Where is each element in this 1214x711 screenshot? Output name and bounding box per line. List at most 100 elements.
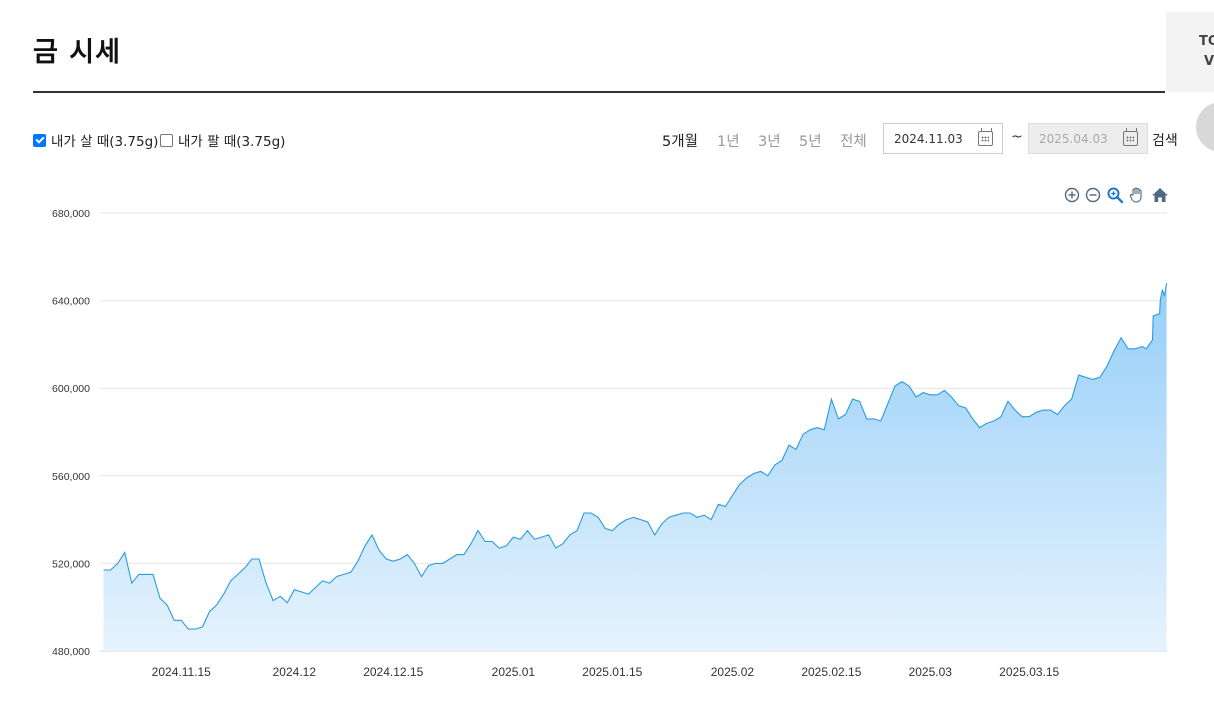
price-point (455, 553, 458, 556)
price-point (356, 560, 359, 563)
price-point (1084, 376, 1087, 379)
price-point (936, 393, 939, 396)
price-point (1127, 347, 1130, 350)
price-point (999, 415, 1002, 418)
price-point (929, 393, 932, 396)
period-all[interactable]: 전체 (840, 130, 867, 151)
price-point (272, 599, 275, 602)
price-point (908, 384, 911, 387)
top-button[interactable]: TO V (1166, 12, 1214, 92)
sell-checkbox-label: 내가 팔 때(3.75g) (178, 134, 286, 150)
date-range-separator: ~ (1011, 129, 1023, 145)
period-3-years[interactable]: 3년 (758, 130, 781, 151)
price-point (1134, 347, 1137, 350)
price-point (575, 529, 578, 532)
price-point (491, 540, 494, 543)
price-point (710, 518, 713, 521)
price-point (1014, 409, 1017, 412)
price-point (1028, 415, 1031, 418)
price-point (971, 417, 974, 420)
price-point (724, 505, 727, 508)
start-date-input[interactable]: 2024.11.03 (883, 123, 1003, 154)
period-5-months[interactable]: 5개월 (662, 130, 698, 151)
price-point (342, 573, 345, 576)
period-1-year[interactable]: 1년 (717, 130, 740, 151)
sell-checkbox-box[interactable] (160, 133, 173, 147)
price-point (257, 557, 260, 560)
top-button-label-2: V (1204, 54, 1214, 69)
price-point (406, 553, 409, 556)
price-point (187, 628, 190, 631)
scroll-top-circle-button[interactable] (1196, 102, 1214, 152)
end-date-input[interactable]: 2025.04.03 (1028, 123, 1148, 154)
price-point (533, 538, 536, 541)
price-point (215, 603, 218, 606)
price-point (349, 571, 352, 574)
price-point (992, 419, 995, 422)
price-point (625, 518, 628, 521)
y-tick-label: 480,000 (52, 646, 90, 658)
price-point (166, 603, 169, 606)
buy-checkbox-box[interactable] (33, 133, 46, 147)
price-point (879, 419, 882, 422)
period-5-years[interactable]: 5년 (799, 130, 822, 151)
price-point (476, 529, 479, 532)
x-tick-label: 2025.02 (711, 665, 755, 679)
price-point (978, 426, 981, 429)
calendar-icon[interactable] (978, 128, 993, 146)
price-point (441, 562, 444, 565)
price-point (674, 514, 677, 517)
price-point (787, 444, 790, 447)
price-point (886, 402, 889, 405)
price-point (830, 398, 833, 401)
price-point (780, 459, 783, 462)
price-point (823, 428, 826, 431)
price-point (1035, 411, 1038, 414)
price-point (399, 557, 402, 560)
price-point (681, 511, 684, 514)
price-point (731, 494, 734, 497)
price-point (590, 511, 593, 514)
start-date-value: 2024.11.03 (894, 131, 963, 146)
price-point (858, 400, 861, 403)
price-point (922, 391, 925, 394)
price-point (950, 395, 953, 398)
buy-price-checkbox[interactable]: 내가 살 때(3.75g) (33, 130, 158, 150)
title-divider (33, 91, 1165, 93)
y-tick-label: 520,000 (52, 558, 90, 570)
price-point (794, 448, 797, 451)
price-point (201, 625, 204, 628)
price-point (809, 428, 812, 431)
y-tick-label: 560,000 (52, 471, 90, 483)
price-point (717, 503, 720, 506)
sell-price-checkbox[interactable]: 내가 팔 때(3.75g) (160, 130, 285, 150)
price-point (1105, 365, 1108, 368)
price-point (370, 533, 373, 536)
price-point (1161, 288, 1164, 291)
price-point (1098, 376, 1101, 379)
price-point (554, 547, 557, 550)
price-point (639, 518, 642, 521)
price-point (314, 586, 317, 589)
price-point (363, 544, 366, 547)
price-point (194, 628, 197, 631)
price-point (173, 619, 176, 622)
calendar-icon[interactable] (1123, 128, 1138, 146)
price-point (568, 533, 571, 536)
price-point (660, 522, 663, 525)
price-point (745, 476, 748, 479)
price-point (109, 568, 112, 571)
top-button-label: TO (1199, 34, 1214, 49)
price-point (144, 573, 147, 576)
price-point (802, 433, 805, 436)
price-point (130, 582, 133, 585)
search-button[interactable]: 검색 (1152, 130, 1178, 150)
price-point (1152, 314, 1155, 317)
x-tick-label: 2024.11.15 (152, 665, 211, 679)
price-point (1021, 415, 1024, 418)
price-point (1063, 404, 1066, 407)
price-point (378, 549, 381, 552)
page-title: 금 시세 (33, 37, 121, 68)
price-point (653, 533, 656, 536)
price-point (498, 547, 501, 550)
